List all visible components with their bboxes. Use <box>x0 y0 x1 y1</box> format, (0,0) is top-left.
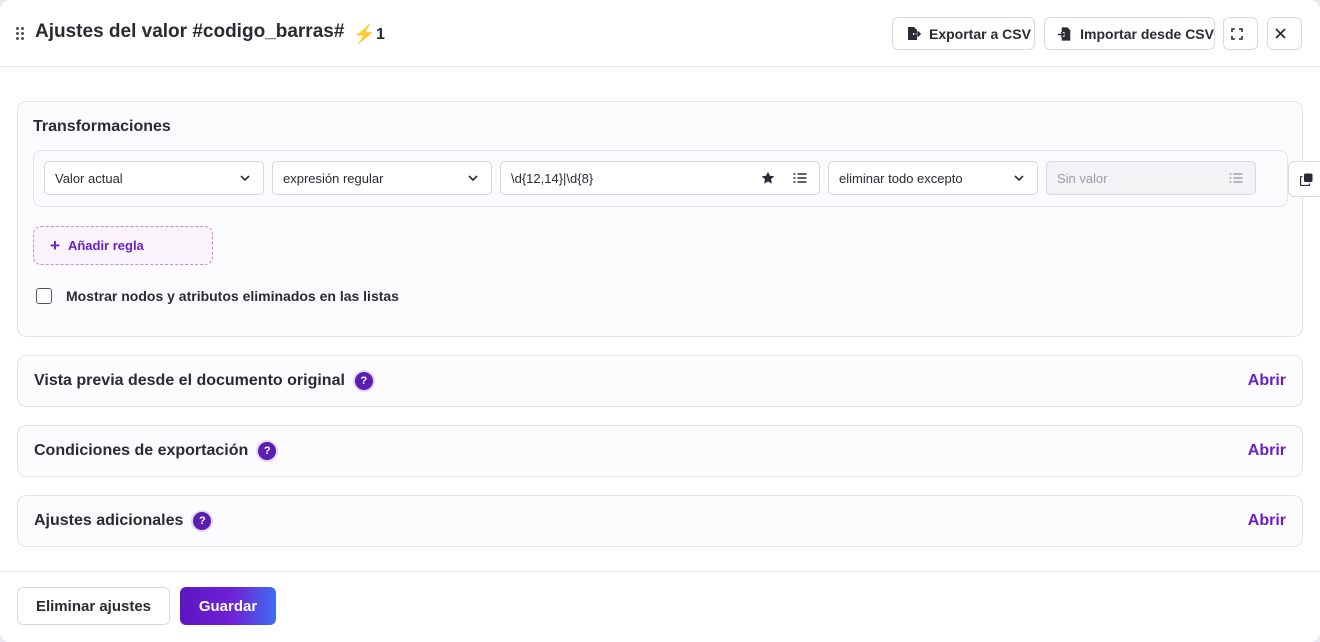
chevron-down-icon <box>240 175 250 182</box>
additional-settings-open-link[interactable]: Abrir <box>1248 512 1286 530</box>
close-icon <box>1275 28 1286 39</box>
source-select[interactable]: Valor actual <box>44 161 264 195</box>
add-rule-button[interactable]: + Añadir regla <box>33 226 213 265</box>
export-conditions-open-link[interactable]: Abrir <box>1248 442 1286 460</box>
help-icon[interactable]: ? <box>354 372 373 390</box>
pattern-input[interactable]: \d{12,14}|\d{8} <box>500 161 820 195</box>
plus-icon: + <box>50 235 60 255</box>
show-deleted-option: Mostrar nodos y atributos eliminados en … <box>36 288 399 304</box>
additional-settings-header: Ajustes adicionales ? <box>34 512 212 530</box>
list-icon[interactable] <box>1229 171 1243 185</box>
preview-section[interactable]: Vista previa desde el documento original… <box>17 355 1303 407</box>
import-csv-label: Importar desde CSV <box>1080 25 1214 42</box>
export-csv-label: Exportar a CSV <box>929 25 1031 42</box>
preview-section-header: Vista previa desde el documento original… <box>34 372 373 390</box>
transformations-title: Transformaciones <box>33 118 171 135</box>
show-deleted-label: Mostrar nodos y atributos eliminados en … <box>66 288 399 304</box>
copy-icon <box>1299 173 1312 186</box>
transformation-rule-row: Valor actual expresión regular \d{12,14}… <box>33 150 1288 207</box>
match-type-select[interactable]: expresión regular <box>272 161 492 195</box>
lightning-icon: ⚡ <box>353 24 376 44</box>
export-conditions-section[interactable]: Condiciones de exportación ? Abrir <box>17 425 1303 477</box>
fullscreen-button[interactable] <box>1223 17 1258 50</box>
help-icon[interactable]: ? <box>258 442 277 460</box>
drag-handle-icon[interactable] <box>16 27 26 41</box>
export-csv-button[interactable]: Exportar a CSV <box>892 17 1035 50</box>
star-icon[interactable] <box>761 171 775 185</box>
pattern-value: \d{12,14}|\d{8} <box>511 170 594 186</box>
expand-icon <box>1230 27 1243 40</box>
file-import-icon <box>1057 26 1071 41</box>
close-button[interactable] <box>1267 17 1302 50</box>
action-select[interactable]: eliminar todo excepto <box>828 161 1038 195</box>
preview-open-link[interactable]: Abrir <box>1248 372 1286 390</box>
export-conditions-title: Condiciones de exportación <box>34 442 249 459</box>
export-conditions-header: Condiciones de exportación ? <box>34 442 277 460</box>
source-select-value: Valor actual <box>55 170 123 186</box>
show-deleted-checkbox[interactable] <box>36 288 52 304</box>
settings-modal: Ajustes del valor #codigo_barras# ⚡ 1 Ex… <box>0 0 1320 642</box>
transformations-panel: Transformaciones Valor actual expresión … <box>17 101 1320 337</box>
transform-count: 1 <box>376 26 385 43</box>
additional-settings-section[interactable]: Ajustes adicionales ? Abrir <box>17 495 1303 547</box>
modal-header: Ajustes del valor #codigo_barras# ⚡ 1 Ex… <box>0 0 1320 67</box>
duplicate-rule-button[interactable] <box>1288 161 1320 197</box>
match-type-value: expresión regular <box>283 170 384 186</box>
modal-title: Ajustes del valor #codigo_barras# <box>35 21 345 42</box>
chevron-down-icon <box>468 175 478 182</box>
add-rule-label: Añadir regla <box>67 238 144 253</box>
modal-footer: Eliminar ajustes Guardar <box>0 571 1320 642</box>
replacement-input[interactable]: Sin valor <box>1046 161 1256 195</box>
action-select-value: eliminar todo excepto <box>839 170 963 186</box>
help-icon[interactable]: ? <box>193 512 212 530</box>
preview-section-title: Vista previa desde el documento original <box>34 372 345 389</box>
list-icon[interactable] <box>793 171 807 185</box>
additional-settings-title: Ajustes adicionales <box>34 512 184 529</box>
replacement-placeholder: Sin valor <box>1057 170 1108 186</box>
chevron-down-icon <box>1014 175 1024 182</box>
file-export-icon <box>908 26 921 40</box>
import-csv-button[interactable]: Importar desde CSV <box>1044 17 1215 50</box>
delete-settings-button[interactable]: Eliminar ajustes <box>17 587 170 625</box>
save-button[interactable]: Guardar <box>180 587 276 625</box>
